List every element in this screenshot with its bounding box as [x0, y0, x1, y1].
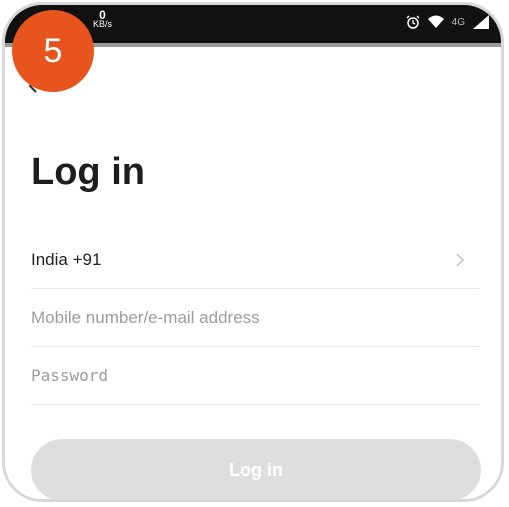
chevron-right-icon — [456, 253, 465, 267]
password-input[interactable] — [31, 366, 479, 385]
mobile-email-input[interactable] — [31, 307, 479, 328]
wifi-icon — [427, 15, 444, 28]
network-type: 4G — [451, 16, 465, 28]
login-button[interactable]: Log in — [31, 439, 481, 499]
network-speed-unit: KB/s — [93, 19, 113, 29]
status-icons: 4G — [406, 15, 489, 29]
country-code-label: India +91 — [31, 249, 102, 269]
mobile-email-row — [31, 289, 479, 347]
step-number-badge: 5 — [12, 10, 94, 92]
page-title: Log in — [31, 151, 145, 193]
network-speed: 0 KB/s — [93, 9, 113, 29]
alarm-icon — [406, 15, 420, 29]
signal-icon — [473, 15, 489, 29]
password-row — [31, 347, 479, 405]
country-selector[interactable]: India +91 — [31, 231, 479, 289]
